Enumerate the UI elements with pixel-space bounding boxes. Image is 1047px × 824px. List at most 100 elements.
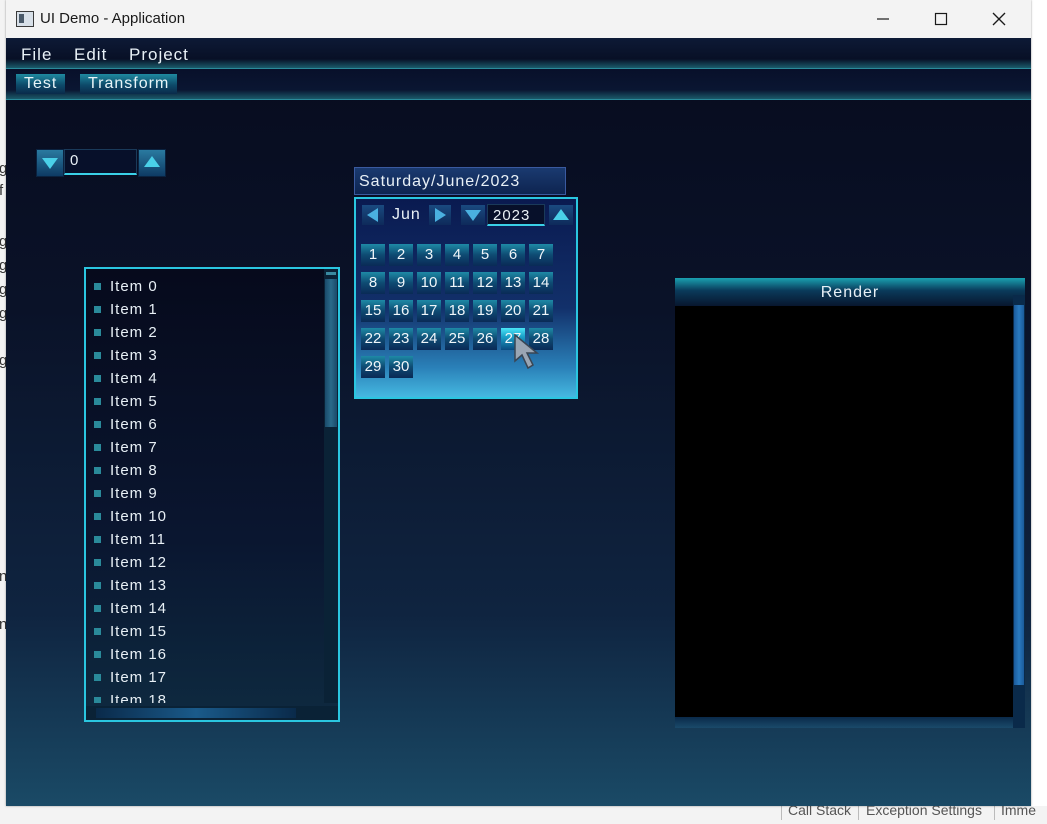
calendar-day[interactable]: 1 [361, 244, 385, 266]
list-item[interactable]: Item 13 [94, 574, 167, 597]
close-button[interactable] [970, 0, 1028, 38]
calendar-day[interactable]: 20 [501, 300, 525, 322]
spinner-input[interactable]: 0 [64, 149, 137, 175]
tool-bar: Test Transform [6, 69, 1031, 100]
calendar-day[interactable]: 9 [389, 272, 413, 294]
list-item[interactable]: Item 1 [94, 298, 158, 321]
calendar-day[interactable]: 18 [445, 300, 469, 322]
bullet-icon [94, 306, 101, 313]
date-display[interactable]: Saturday/June/2023 [354, 167, 566, 195]
bullet-icon [94, 697, 101, 703]
menu-project[interactable]: Project [129, 45, 189, 65]
app-icon [16, 11, 34, 27]
prev-year-button[interactable] [461, 205, 485, 225]
spinner-increment-button[interactable] [138, 149, 166, 177]
calendar-day[interactable]: 12 [473, 272, 497, 294]
bullet-icon [94, 444, 101, 451]
render-panel: Render [675, 278, 1025, 730]
menu-edit[interactable]: Edit [74, 45, 107, 65]
arrow-right-icon [435, 208, 446, 222]
list-item[interactable]: Item 16 [94, 643, 167, 666]
calendar-day[interactable]: 21 [529, 300, 553, 322]
list-item[interactable]: Item 5 [94, 390, 158, 413]
calendar-day[interactable]: 7 [529, 244, 553, 266]
tab-separator [858, 806, 859, 820]
spinner-decrement-button[interactable] [36, 149, 64, 177]
calendar-day[interactable]: 8 [361, 272, 385, 294]
list-vertical-scroll-thumb[interactable] [325, 279, 337, 427]
calendar-month: Jun [392, 206, 421, 223]
next-month-button[interactable] [429, 205, 451, 225]
bullet-icon [94, 490, 101, 497]
list-viewport: Item 0 Item 1 Item 2 Item 3 Item 4 Item … [86, 269, 322, 703]
calendar-day[interactable]: 6 [501, 244, 525, 266]
test-button[interactable]: Test [16, 74, 66, 94]
list-item[interactable]: Item 9 [94, 482, 158, 505]
list-item[interactable]: Item 4 [94, 367, 158, 390]
calendar-day[interactable]: 22 [361, 328, 385, 350]
list-item[interactable]: Item 6 [94, 413, 158, 436]
calendar-day[interactable]: 10 [417, 272, 441, 294]
mouse-cursor-icon [514, 333, 540, 370]
calendar-day[interactable]: 2 [389, 244, 413, 266]
calendar-day[interactable]: 11 [445, 272, 469, 294]
calendar-year-input[interactable]: 2023 [487, 204, 545, 226]
list-item[interactable]: Item 14 [94, 597, 167, 620]
app-window: UI Demo - Application File Edit Project … [6, 0, 1031, 806]
prev-month-button[interactable] [362, 205, 384, 225]
bullet-icon [94, 513, 101, 520]
render-viewport[interactable] [675, 306, 1013, 717]
arrow-up-icon [553, 209, 569, 220]
list-item[interactable]: Item 12 [94, 551, 167, 574]
list-horizontal-scrollbar[interactable] [86, 706, 338, 720]
maximize-button[interactable] [912, 0, 970, 38]
calendar-day[interactable]: 30 [389, 356, 413, 378]
tab-separator [994, 806, 995, 820]
calendar-day[interactable]: 14 [529, 272, 553, 294]
calendar-day[interactable]: 16 [389, 300, 413, 322]
close-icon [992, 12, 1006, 26]
list-horizontal-scroll-thumb[interactable] [96, 708, 296, 718]
render-horizontal-scrollbar[interactable] [675, 717, 1013, 728]
calendar-day[interactable]: 17 [417, 300, 441, 322]
list-item[interactable]: Item 3 [94, 344, 158, 367]
calendar-day[interactable]: 23 [389, 328, 413, 350]
calendar-day[interactable]: 24 [417, 328, 441, 350]
item-list[interactable]: Item 0 Item 1 Item 2 Item 3 Item 4 Item … [84, 267, 340, 722]
calendar-day[interactable]: 5 [473, 244, 497, 266]
title-bar[interactable]: UI Demo - Application [6, 0, 1031, 38]
bullet-icon [94, 421, 101, 428]
calendar-day[interactable]: 13 [501, 272, 525, 294]
next-year-button[interactable] [549, 205, 573, 225]
minimize-button[interactable] [854, 0, 912, 38]
list-item[interactable]: Item 7 [94, 436, 158, 459]
render-panel-header[interactable]: Render [675, 278, 1025, 306]
calendar-day[interactable]: 25 [445, 328, 469, 350]
list-item[interactable]: Item 11 [94, 528, 166, 551]
menu-bar: File Edit Project [6, 38, 1031, 69]
list-item[interactable]: Item 15 [94, 620, 167, 643]
list-item[interactable]: Item 18 [94, 689, 167, 703]
bullet-icon [94, 467, 101, 474]
calendar-day[interactable]: 3 [417, 244, 441, 266]
calendar-day[interactable]: 19 [473, 300, 497, 322]
transform-button[interactable]: Transform [80, 74, 178, 94]
render-vertical-scroll-thumb[interactable] [1014, 305, 1024, 685]
calendar-day[interactable]: 26 [473, 328, 497, 350]
bullet-icon [94, 605, 101, 612]
bullet-icon [94, 674, 101, 681]
calendar-day[interactable]: 15 [361, 300, 385, 322]
maximize-icon [934, 12, 948, 26]
list-item[interactable]: Item 8 [94, 459, 158, 482]
list-item[interactable]: Item 10 [94, 505, 167, 528]
render-vertical-scrollbar[interactable] [1013, 295, 1025, 728]
list-item[interactable]: Item 2 [94, 321, 158, 344]
calendar-day[interactable]: 4 [445, 244, 469, 266]
list-item[interactable]: Item 0 [94, 275, 158, 298]
list-vertical-scrollbar[interactable] [324, 269, 338, 703]
scroll-up-arrow[interactable] [326, 272, 336, 275]
client-area: File Edit Project Test Transform 0 Item … [6, 38, 1031, 806]
list-item[interactable]: Item 17 [94, 666, 167, 689]
calendar-day[interactable]: 29 [361, 356, 385, 378]
menu-file[interactable]: File [21, 45, 52, 65]
